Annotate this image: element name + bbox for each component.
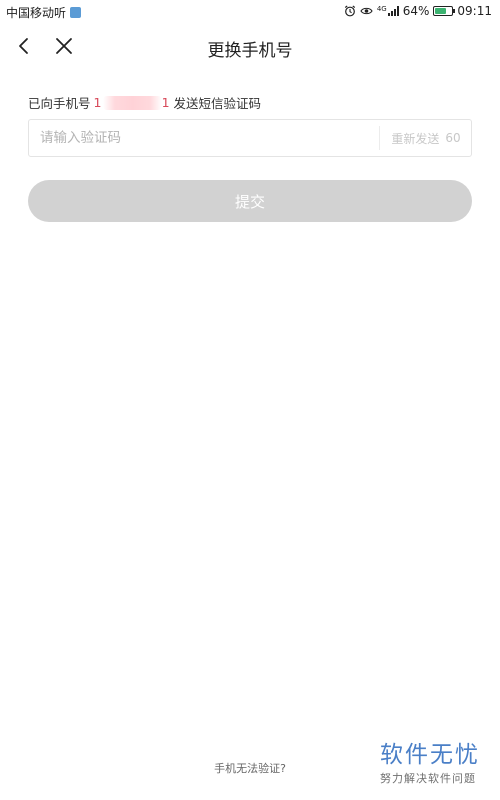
sent-prefix: 已向手机号 bbox=[28, 96, 91, 111]
sms-sent-info: 已向手机号 1 1 发送短信验证码 bbox=[28, 93, 261, 112]
submit-button[interactable]: 提交 bbox=[28, 180, 472, 222]
phone-last-digit: 1 bbox=[161, 94, 170, 110]
battery-icon bbox=[433, 6, 456, 16]
alarm-icon bbox=[344, 5, 356, 17]
masked-phone-number: 1 1 bbox=[93, 94, 170, 110]
battery-fill bbox=[435, 8, 446, 14]
verification-code-box: 重新发送 60 bbox=[28, 119, 472, 157]
sent-suffix: 发送短信验证码 bbox=[173, 96, 262, 111]
page-title: 更换手机号 bbox=[207, 41, 293, 61]
battery-percent: 64% bbox=[402, 4, 430, 18]
phone-redaction-mask bbox=[102, 95, 162, 110]
watermark-logo: 软件无忧 努力解决软件问题 bbox=[380, 742, 492, 786]
nav-bar: 更换手机号 bbox=[0, 24, 500, 70]
status-time: 09:11 bbox=[457, 4, 492, 18]
carrier-label: 中国移动听 bbox=[6, 6, 67, 20]
watermark-title: 软件无忧 bbox=[380, 742, 480, 768]
status-bar: 中国移动听 4G 64% 09:11 bbox=[0, 0, 500, 24]
verification-code-input[interactable] bbox=[29, 120, 379, 156]
resend-countdown: 60 bbox=[445, 131, 461, 145]
eye-icon bbox=[360, 6, 373, 16]
status-left: 中国移动听 bbox=[6, 4, 82, 21]
status-right: 4G 64% 09:11 bbox=[344, 4, 492, 18]
notification-icon bbox=[70, 7, 82, 18]
resend-label: 重新发送 bbox=[391, 131, 440, 146]
signal-icon: 4G bbox=[377, 6, 399, 16]
watermark-subtitle: 努力解决软件问题 bbox=[380, 772, 476, 785]
network-tag: 4G bbox=[376, 5, 387, 13]
resend-code-button[interactable]: 重新发送 60 bbox=[380, 120, 472, 156]
phone-first-digit: 1 bbox=[93, 94, 102, 110]
